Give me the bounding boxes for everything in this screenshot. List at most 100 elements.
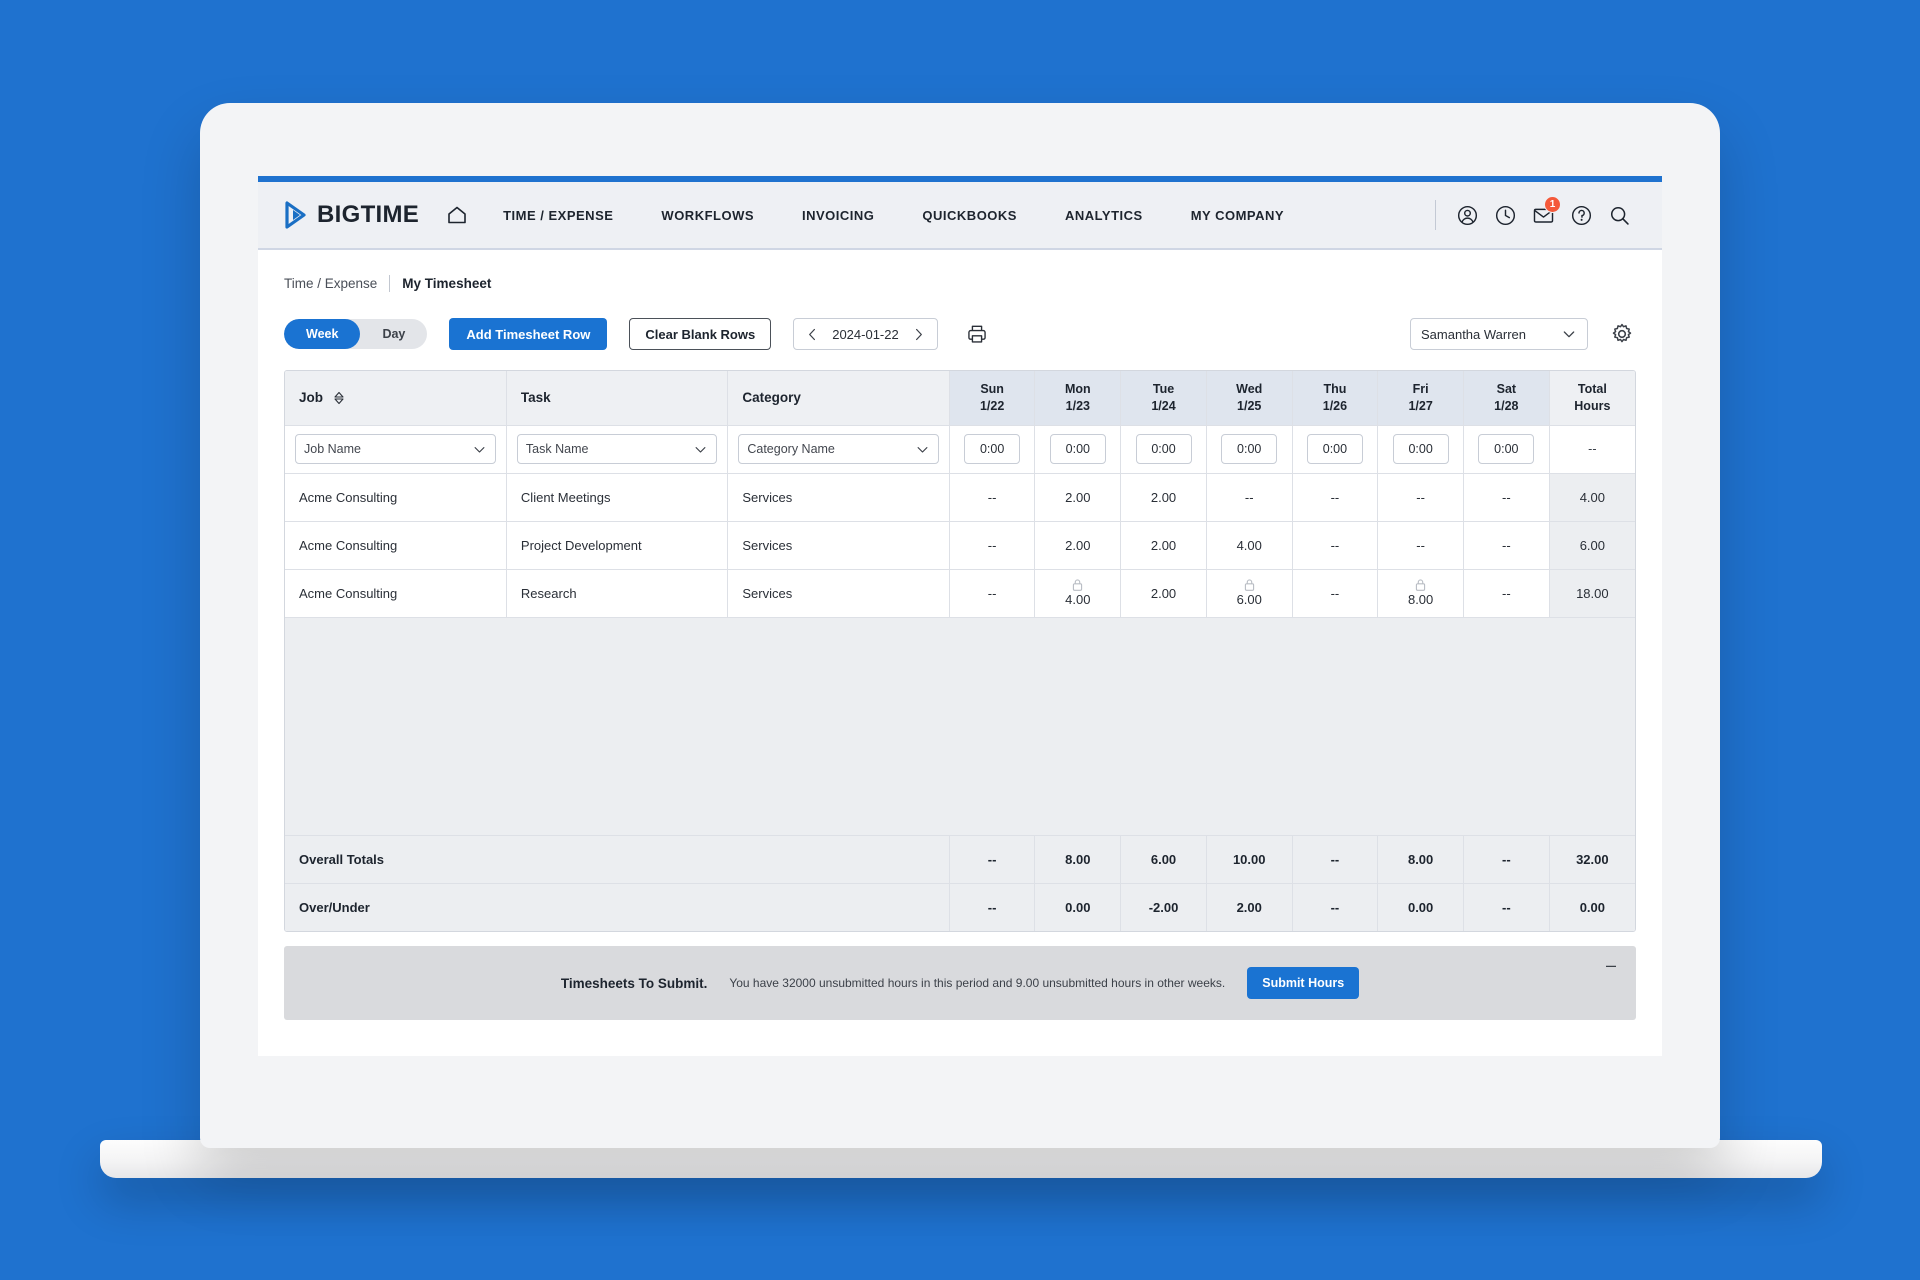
column-header-day-fri[interactable]: Fri 1/27 bbox=[1378, 371, 1464, 425]
locked-hours-mon: 4.00 bbox=[1035, 578, 1120, 607]
banner-collapse-button[interactable]: – bbox=[1602, 956, 1620, 974]
column-header-job[interactable]: Job bbox=[285, 371, 506, 425]
messages-badge: 1 bbox=[1544, 196, 1561, 213]
bigtime-logo[interactable]: BIGTIME bbox=[284, 201, 419, 229]
row-hours-thu[interactable]: -- bbox=[1292, 569, 1378, 617]
row-hours-tue[interactable]: 2.00 bbox=[1121, 473, 1207, 521]
user-select[interactable]: Samantha Warren bbox=[1410, 318, 1588, 350]
settings-button[interactable] bbox=[1608, 320, 1636, 348]
submit-hours-button[interactable]: Submit Hours bbox=[1247, 967, 1359, 999]
new-entry-hours-cell-thu: 0:00 bbox=[1292, 425, 1378, 473]
hours-input-sat[interactable]: 0:00 bbox=[1478, 434, 1534, 464]
search-button[interactable] bbox=[1600, 196, 1638, 234]
table-row[interactable]: Acme Consulting Client Meetings Services… bbox=[285, 473, 1635, 521]
table-row[interactable]: Acme Consulting Research Services -- 4.0… bbox=[285, 569, 1635, 617]
locked-hours-wed-value: 6.00 bbox=[1237, 593, 1262, 607]
job-name-select[interactable]: Job Name bbox=[295, 434, 496, 464]
nav-link-my-company[interactable]: MY COMPANY bbox=[1167, 208, 1308, 223]
row-total: 4.00 bbox=[1549, 473, 1635, 521]
column-header-day-tue[interactable]: Tue 1/24 bbox=[1121, 371, 1207, 425]
row-hours-fri[interactable]: 8.00 bbox=[1378, 569, 1464, 617]
locked-hours-fri: 8.00 bbox=[1378, 578, 1463, 607]
hours-input-sun[interactable]: 0:00 bbox=[964, 434, 1020, 464]
help-button[interactable] bbox=[1562, 196, 1600, 234]
hours-input-wed[interactable]: 0:00 bbox=[1221, 434, 1277, 464]
column-header-day-sun[interactable]: Sun 1/22 bbox=[949, 371, 1035, 425]
task-name-select[interactable]: Task Name bbox=[517, 434, 717, 464]
row-hours-sat[interactable]: -- bbox=[1463, 569, 1549, 617]
new-entry-hours-cell-sat: 0:00 bbox=[1463, 425, 1549, 473]
hours-input-tue[interactable]: 0:00 bbox=[1136, 434, 1192, 464]
breadcrumb-separator bbox=[389, 275, 390, 292]
hours-input-thu[interactable]: 0:00 bbox=[1307, 434, 1363, 464]
column-header-day-mon[interactable]: Mon 1/23 bbox=[1035, 371, 1121, 425]
home-button[interactable] bbox=[445, 203, 469, 227]
toggle-day[interactable]: Day bbox=[360, 319, 427, 349]
over-under-thu: -- bbox=[1292, 883, 1378, 931]
column-header-day-sat[interactable]: Sat 1/28 bbox=[1463, 371, 1549, 425]
row-hours-thu[interactable]: -- bbox=[1292, 473, 1378, 521]
nav-link-analytics[interactable]: ANALYTICS bbox=[1041, 208, 1167, 223]
current-period-label: 2024-01-22 bbox=[828, 327, 903, 342]
time-clock-button[interactable] bbox=[1486, 196, 1524, 234]
row-hours-tue[interactable]: 2.00 bbox=[1121, 521, 1207, 569]
messages-button[interactable]: 1 bbox=[1524, 196, 1562, 234]
column-header-category[interactable]: Category bbox=[728, 371, 949, 425]
hours-input-fri[interactable]: 0:00 bbox=[1393, 434, 1449, 464]
row-hours-sat[interactable]: -- bbox=[1463, 521, 1549, 569]
row-hours-mon[interactable]: 2.00 bbox=[1035, 521, 1121, 569]
previous-week-button[interactable] bbox=[800, 319, 824, 349]
row-hours-wed[interactable]: -- bbox=[1206, 473, 1292, 521]
print-icon bbox=[966, 323, 988, 345]
day-date-tue: 1/24 bbox=[1121, 398, 1206, 415]
row-hours-mon[interactable]: 2.00 bbox=[1035, 473, 1121, 521]
row-hours-sun[interactable]: -- bbox=[949, 521, 1035, 569]
row-hours-thu[interactable]: -- bbox=[1292, 521, 1378, 569]
toggle-week[interactable]: Week bbox=[284, 319, 360, 349]
column-header-task[interactable]: Task bbox=[506, 371, 727, 425]
chevron-down-icon bbox=[693, 442, 708, 457]
day-name-wed: Wed bbox=[1207, 381, 1292, 398]
nav-link-invoicing[interactable]: INVOICING bbox=[778, 208, 898, 223]
search-icon bbox=[1608, 204, 1631, 227]
week-day-toggle: Week Day bbox=[284, 319, 427, 349]
overall-total-wed: 10.00 bbox=[1206, 835, 1292, 883]
task-name-select-value: Task Name bbox=[526, 442, 693, 456]
row-job: Acme Consulting bbox=[285, 521, 506, 569]
row-hours-fri[interactable]: -- bbox=[1378, 473, 1464, 521]
nav-link-time-expense[interactable]: TIME / EXPENSE bbox=[479, 208, 637, 223]
row-job: Acme Consulting bbox=[285, 473, 506, 521]
row-hours-sun[interactable]: -- bbox=[949, 569, 1035, 617]
user-select-value: Samantha Warren bbox=[1421, 327, 1561, 342]
hours-input-mon[interactable]: 0:00 bbox=[1050, 434, 1106, 464]
job-name-select-value: Job Name bbox=[304, 442, 472, 456]
table-row[interactable]: Acme Consulting Project Development Serv… bbox=[285, 521, 1635, 569]
day-date-sat: 1/28 bbox=[1464, 398, 1549, 415]
home-icon bbox=[445, 203, 469, 227]
breadcrumb-parent[interactable]: Time / Expense bbox=[284, 276, 377, 291]
column-header-day-thu[interactable]: Thu 1/26 bbox=[1292, 371, 1378, 425]
row-hours-tue[interactable]: 2.00 bbox=[1121, 569, 1207, 617]
nav-link-quickbooks[interactable]: QUICKBOOKS bbox=[898, 208, 1041, 223]
banner-message: You have 32000 unsubmitted hours in this… bbox=[729, 976, 1225, 990]
row-hours-wed[interactable]: 6.00 bbox=[1206, 569, 1292, 617]
next-week-button[interactable] bbox=[907, 319, 931, 349]
column-header-day-wed[interactable]: Wed 1/25 bbox=[1206, 371, 1292, 425]
row-hours-sun[interactable]: -- bbox=[949, 473, 1035, 521]
print-button[interactable] bbox=[962, 319, 992, 349]
day-name-tue: Tue bbox=[1121, 381, 1206, 398]
overall-totals-row: Overall Totals -- 8.00 6.00 10.00 -- 8.0… bbox=[285, 835, 1635, 883]
category-name-select[interactable]: Category Name bbox=[738, 434, 938, 464]
row-hours-mon[interactable]: 4.00 bbox=[1035, 569, 1121, 617]
chevron-down-icon bbox=[915, 442, 930, 457]
row-hours-fri[interactable]: -- bbox=[1378, 521, 1464, 569]
new-entry-hours-cell-fri: 0:00 bbox=[1378, 425, 1464, 473]
clear-blank-rows-button[interactable]: Clear Blank Rows bbox=[629, 318, 771, 350]
nav-link-workflows[interactable]: WORKFLOWS bbox=[637, 208, 778, 223]
timesheet-table-container: Job Task Category Sun 1/22 bbox=[284, 370, 1636, 932]
row-hours-sat[interactable]: -- bbox=[1463, 473, 1549, 521]
new-entry-hours-cell-tue: 0:00 bbox=[1121, 425, 1207, 473]
account-button[interactable] bbox=[1448, 196, 1486, 234]
row-hours-wed[interactable]: 4.00 bbox=[1206, 521, 1292, 569]
add-timesheet-row-button[interactable]: Add Timesheet Row bbox=[449, 318, 607, 350]
